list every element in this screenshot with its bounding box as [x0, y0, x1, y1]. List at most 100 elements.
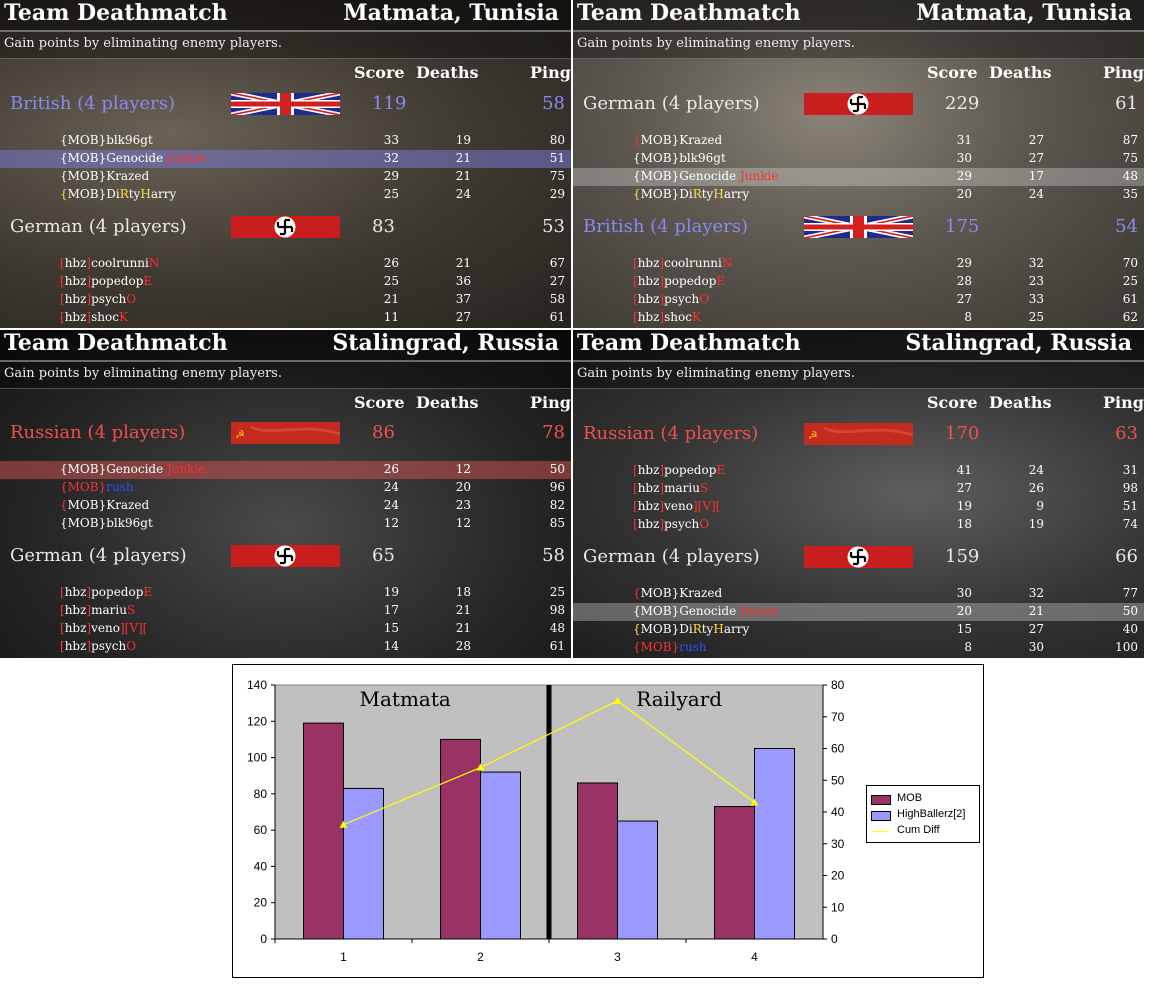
legend-label: MOB — [897, 792, 923, 804]
player-name-segment: arry — [723, 187, 750, 201]
map-name: Stalingrad, Russia — [332, 330, 559, 356]
bar-mob — [303, 722, 344, 940]
y-tick-label: 140 — [247, 678, 267, 692]
player-name: {MOB}Krazed — [60, 498, 149, 512]
player-deaths: 26 — [1028, 481, 1044, 495]
map-name: Matmata, Tunisia — [916, 0, 1132, 26]
player-name-segment: { — [633, 133, 641, 147]
player-name-segment: H — [713, 622, 724, 636]
player-name: [hbz]mariuS — [60, 603, 135, 617]
player-name-segment: {MOB}blk96gt — [60, 516, 153, 530]
player-row: [hbz]coolrunniN 26 21 67 — [0, 255, 571, 273]
player-name-segment: {MOB}Genocide — [60, 462, 168, 476]
objective-bar: Gain points by eliminating enemy players… — [0, 362, 571, 389]
title-bar: Team Deathmatch Stalingrad, Russia — [573, 330, 1144, 362]
player-deaths: 21 — [455, 151, 471, 165]
player-ping: 77 — [1122, 586, 1138, 600]
player-name-segment: psych — [91, 639, 127, 653]
player-name-segment: hbz — [64, 310, 87, 324]
player-name-segment: popedop — [664, 274, 717, 288]
player-name: [hbz]veno][V][ — [60, 621, 147, 635]
player-row: [hbz]popedopE 25 36 27 — [0, 273, 571, 291]
player-name-segment: mariu — [664, 481, 700, 495]
player-name-segment: veno — [91, 621, 120, 635]
player-name: [hbz]psychO — [633, 292, 709, 306]
player-name: [hbz]coolrunniN — [60, 256, 159, 270]
player-score: 25 — [383, 274, 399, 288]
player-ping: 48 — [1122, 169, 1138, 183]
player-name: {MOB}blk96gt — [60, 133, 153, 147]
player-name-segment: }Krazed — [671, 586, 723, 600]
player-name-segment: }Krazed — [98, 169, 150, 183]
chart-legend: MOB HighBallerz[2] Cum Diff — [866, 785, 980, 843]
column-header-deaths: Deaths — [416, 393, 479, 412]
svg-text:☭: ☭ — [235, 428, 245, 441]
player-deaths: 28 — [455, 639, 471, 653]
player-score: 32 — [383, 151, 399, 165]
player-name-segment: S — [699, 481, 709, 495]
player-name: {MOB}Genocide Junkie — [60, 462, 206, 476]
player-name-segment: Junkie — [740, 169, 779, 183]
team-name: German (4 players) — [583, 546, 760, 567]
player-score: 20 — [956, 187, 972, 201]
player-deaths: 17 — [1028, 169, 1044, 183]
player-name-segment: veno — [664, 499, 693, 513]
player-name-segment: ][V][ — [119, 621, 148, 635]
player-row: {MOB}blk96gt 33 19 80 — [0, 132, 571, 150]
team-row: British (4 players) 119 58 — [0, 90, 571, 119]
player-score: 28 — [956, 274, 972, 288]
player-name: {MOB}blk96gt — [633, 151, 726, 165]
player-name-segment: hbz — [637, 292, 660, 306]
player-score: 19 — [956, 499, 972, 513]
player-name-segment: H — [140, 187, 151, 201]
player-ping: 74 — [1122, 517, 1138, 531]
player-score: 27 — [956, 481, 972, 495]
player-name-segment: rush — [106, 480, 134, 494]
x-tick-label: 2 — [477, 950, 484, 964]
team-row: German (4 players) 65 58 — [0, 543, 571, 571]
player-row: {MOB}Genocide Junkie 26 12 50 — [0, 461, 571, 479]
player-ping: 100 — [1115, 640, 1138, 654]
player-name-segment: { — [633, 622, 641, 636]
player-name: {MOB}blk96gt — [60, 516, 153, 530]
player-name: {MOB}Genocide Junkie — [633, 604, 779, 618]
y-tick-label: 20 — [254, 896, 268, 910]
title-bar: Team Deathmatch Matmata, Tunisia — [573, 0, 1144, 32]
player-deaths: 9 — [1036, 499, 1044, 513]
team-score: 119 — [372, 93, 407, 114]
player-deaths: 24 — [1028, 463, 1044, 477]
bar-highballerz-2- — [754, 748, 795, 940]
scoreboard-panel: Team Deathmatch Matmata, Tunisia Gain poin… — [573, 0, 1144, 328]
player-name-segment: N — [721, 256, 733, 270]
y-tick-label: 60 — [254, 823, 268, 837]
player-name-segment: {MOB}Genocide — [633, 604, 741, 618]
player-row: [hbz]psychO 27 33 61 — [573, 291, 1144, 309]
player-name-segment: E — [143, 274, 153, 288]
player-score: 8 — [964, 640, 972, 654]
player-name-segment: hbz — [637, 256, 660, 270]
player-name-segment: }Krazed — [671, 133, 723, 147]
player-row: [hbz]psychO 18 19 74 — [573, 516, 1144, 534]
player-ping: 62 — [1122, 310, 1138, 324]
player-row: {MOB}Krazed 31 27 87 — [573, 132, 1144, 150]
player-score: 30 — [956, 586, 972, 600]
player-ping: 61 — [549, 310, 565, 324]
german-flag-icon — [231, 545, 340, 567]
player-deaths: 12 — [455, 462, 471, 476]
team-row: Russian (4 players) ☭ 86 78 — [0, 420, 571, 448]
player-name-segment: mariu — [91, 603, 127, 617]
objective-text: Gain points by eliminating enemy players… — [577, 36, 855, 51]
player-row: {MOB}DiRtyHarry 25 24 29 — [0, 186, 571, 204]
german-flag-icon — [231, 216, 340, 238]
player-name-segment: hbz — [64, 585, 87, 599]
bar-highballerz-2- — [617, 820, 658, 940]
player-score: 25 — [383, 187, 399, 201]
column-header-ping: Ping — [1103, 393, 1144, 412]
player-name-segment: arry — [150, 187, 177, 201]
column-header-score: Score — [354, 63, 405, 82]
player-row: {MOB}DiRtyHarry 15 27 40 — [573, 621, 1144, 639]
player-row: [hbz]popedopE 19 18 25 — [0, 584, 571, 602]
player-name-segment: { — [633, 586, 641, 600]
player-name-segment: MOB}Di — [67, 187, 120, 201]
y-tick-label: 120 — [247, 714, 267, 728]
